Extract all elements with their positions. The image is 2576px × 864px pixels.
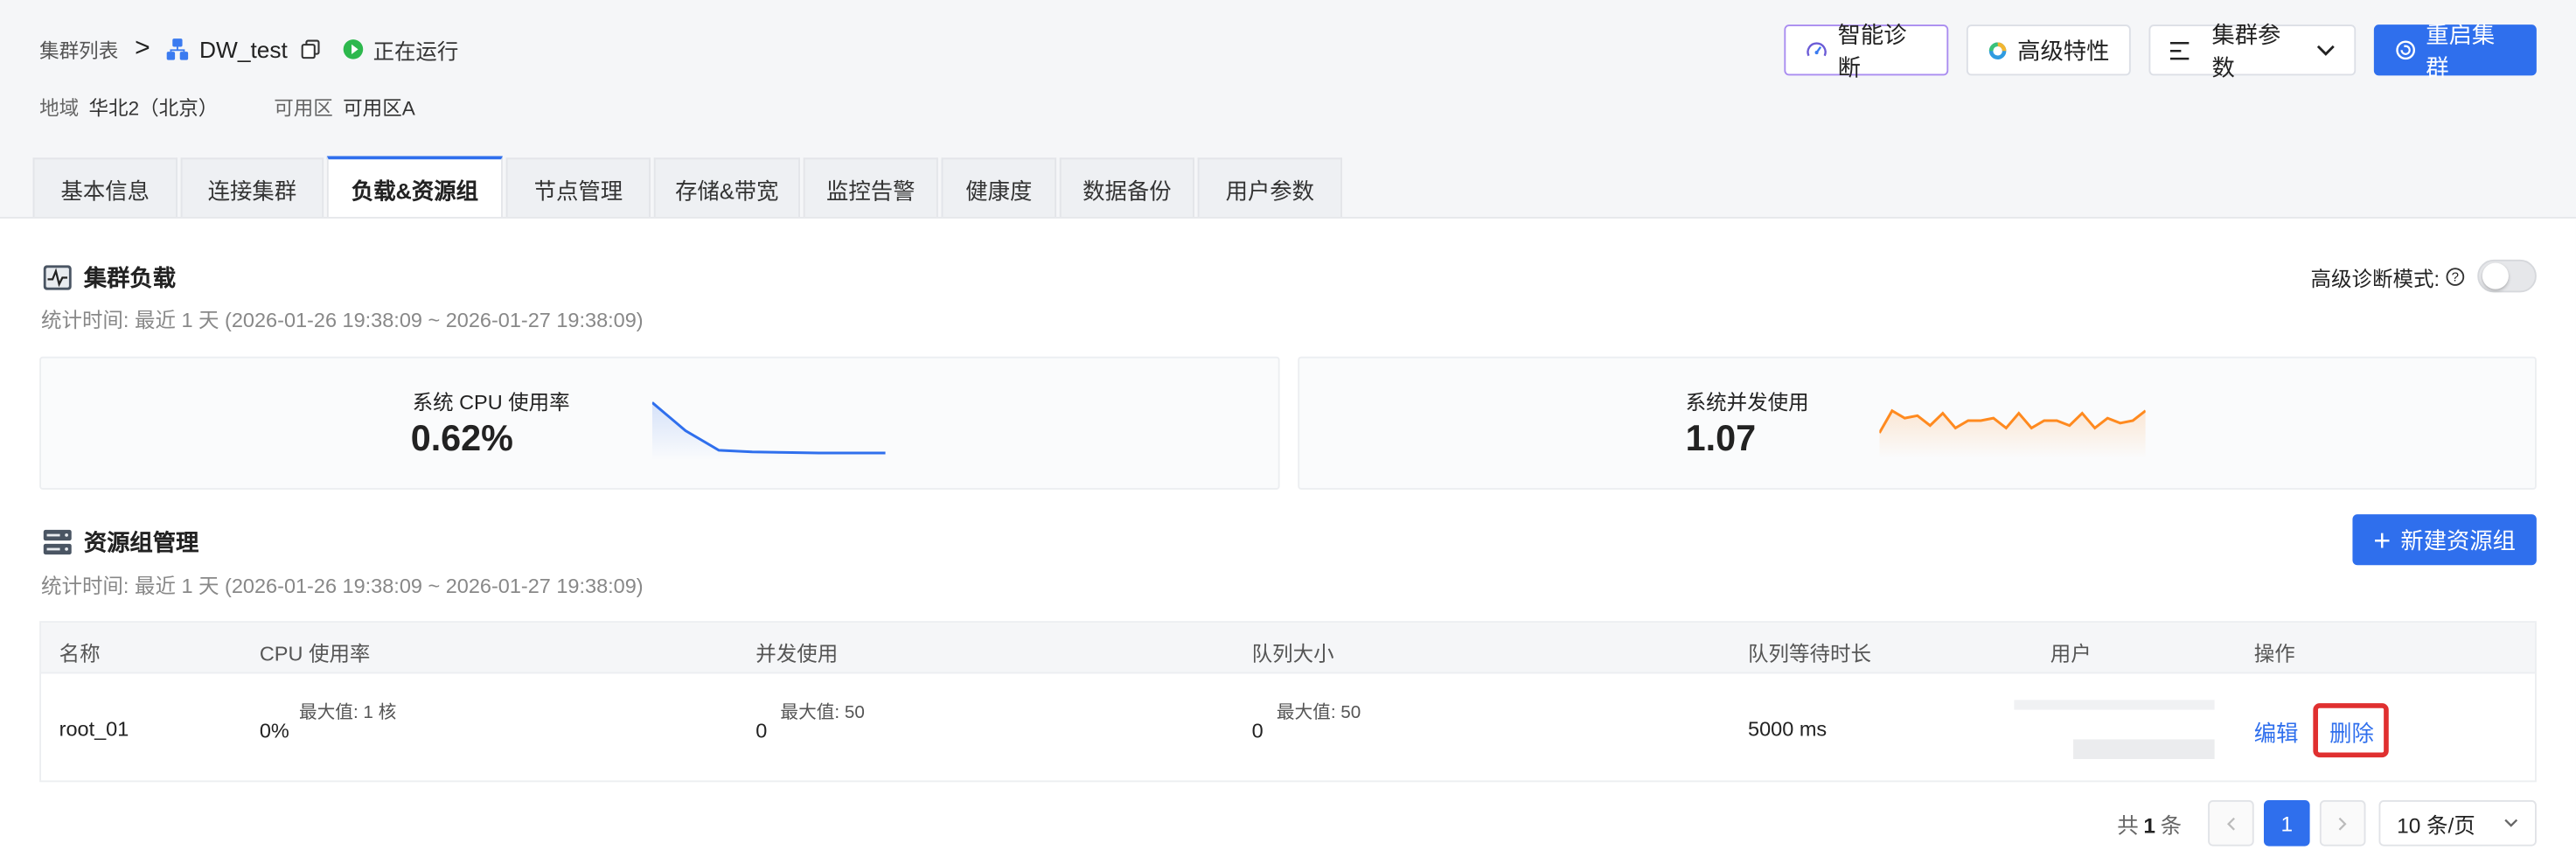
concurrency-sparkline <box>1879 408 2146 459</box>
plus-icon: + <box>2373 523 2392 556</box>
row-queue-max: 最大值: 50 <box>1276 703 1361 723</box>
col-cpu: CPU 使用率 <box>259 642 371 665</box>
pagination-total: 共1条 <box>2117 807 2182 839</box>
cluster-name: DW_test <box>199 36 288 63</box>
advanced-mode-toggle[interactable] <box>2477 259 2537 293</box>
header-actions: 智能诊断 高级特性 集群参数 重启集群 <box>1784 20 2537 80</box>
advanced-features-button[interactable]: 高级特性 <box>1966 24 2131 76</box>
app-root: 集群列表 > DW_test 正在运行 地域 华北2（北京） 可用区 可用区A <box>0 0 2576 864</box>
total-prefix: 共 <box>2117 812 2139 838</box>
cpu-usage-card: 系统 CPU 使用率 0.62% <box>39 356 1280 490</box>
breadcrumb: 集群列表 > DW_test 正在运行 <box>39 33 458 66</box>
smart-diagnose-button[interactable]: 智能诊断 <box>1784 20 1949 80</box>
row-cpu: 0% <box>259 719 289 743</box>
col-queue-wait: 队列等待时长 <box>1748 642 1871 665</box>
col-concurrency: 并发使用 <box>755 642 839 665</box>
copy-icon[interactable] <box>301 39 321 59</box>
edit-link[interactable]: 编辑 <box>2254 714 2299 748</box>
list-settings-icon <box>2169 41 2190 59</box>
advanced-mode-label: 高级诊断模式: <box>2310 267 2440 290</box>
tab-4[interactable]: 存储&带宽 <box>653 157 800 218</box>
tab-0[interactable]: 基本信息 <box>32 157 178 218</box>
gauge-icon <box>1807 41 1827 56</box>
row-queue-wait: 5000 ms <box>1748 718 1828 742</box>
next-page-button[interactable] <box>2319 799 2366 847</box>
region-label: 地域 <box>39 96 80 121</box>
smart-diagnose-label: 智能诊断 <box>1837 20 1907 80</box>
col-name: 名称 <box>59 642 101 665</box>
restart-icon <box>2396 40 2416 60</box>
load-stat-time: 统计时间: 最近 1 天 (2026-01-26 19:38:09 ~ 2026… <box>40 309 644 332</box>
col-user: 用户 <box>2050 642 2092 665</box>
restart-cluster-label: 重启集群 <box>2426 20 2496 80</box>
help-icon[interactable]: ? <box>2446 267 2465 285</box>
rg-stat-time: 统计时间: 最近 1 天 (2026-01-26 19:38:09 ~ 2026… <box>40 575 644 598</box>
tab-7[interactable]: 数据备份 <box>1059 157 1194 218</box>
tab-8[interactable]: 用户参数 <box>1197 157 1342 218</box>
cluster-params-button[interactable]: 集群参数 <box>2148 20 2357 80</box>
tab-bar: 基本信息 连接集群 负载&资源组 节点管理 存储&带宽 监控告警 健康度 数据备份 用户参数 <box>32 156 1342 218</box>
row-user-redacted <box>2014 700 2215 710</box>
new-resource-group-button[interactable]: + 新建资源组 <box>2352 514 2537 566</box>
breadcrumb-cluster-list[interactable]: 集群列表 <box>39 35 118 63</box>
chevron-down-icon <box>2504 819 2518 827</box>
chevron-right-icon <box>2338 816 2347 830</box>
chevron-left-icon <box>2226 816 2235 830</box>
cluster-params-label: 集群参数 <box>2211 20 2281 80</box>
row-concurrency: 0 <box>755 719 768 743</box>
sparkle-icon <box>1988 41 2007 59</box>
prev-page-button[interactable] <box>2208 799 2254 847</box>
running-status-icon <box>343 39 364 59</box>
concurrency-label: 系统并发使用 <box>1685 391 1809 415</box>
resource-group-table: 名称 CPU 使用率 并发使用 队列大小 队列等待时长 用户 操作 root_0… <box>39 621 2537 784</box>
tab-6[interactable]: 健康度 <box>941 157 1057 218</box>
delete-highlight-box <box>2313 703 2389 758</box>
row-user-redacted-2 <box>2073 739 2215 760</box>
tab-3[interactable]: 节点管理 <box>505 157 651 218</box>
new-resource-group-label: 新建资源组 <box>2400 526 2516 554</box>
tab-1[interactable]: 连接集群 <box>180 157 324 218</box>
resource-group-label: 资源组管理 <box>83 528 199 556</box>
breadcrumb-separator: > <box>135 34 150 63</box>
tab-5[interactable]: 监控告警 <box>803 157 938 218</box>
resource-group-title: 资源组管理 <box>43 526 198 559</box>
col-queue-size: 队列大小 <box>1251 642 1334 665</box>
monitor-chart-icon <box>43 265 72 290</box>
zone-value: 可用区A <box>343 96 415 121</box>
pagination: 共1条 1 10 条/页 <box>2117 799 2537 847</box>
concurrency-card: 系统并发使用 1.07 <box>1298 356 2537 490</box>
row-concurrency-max: 最大值: 50 <box>780 703 865 723</box>
page-1-button[interactable]: 1 <box>2263 799 2310 847</box>
region-value: 华北2（北京） <box>88 96 219 121</box>
content-panel: 集群负载 统计时间: 最近 1 天 (2026-01-26 19:38:09 ~… <box>0 217 2576 864</box>
advanced-diagnose-mode: 高级诊断模式: ? <box>2310 259 2537 293</box>
page-size-select[interactable]: 10 条/页 <box>2378 799 2537 847</box>
cluster-load-label: 集群负载 <box>83 264 177 291</box>
cluster-status: 正在运行 <box>343 34 459 66</box>
cluster-load-title: 集群负载 <box>43 261 176 295</box>
server-icon <box>43 529 72 555</box>
col-actions: 操作 <box>2253 642 2295 665</box>
status-text: 正在运行 <box>372 38 459 64</box>
row-name: root_01 <box>59 718 129 742</box>
restart-cluster-button[interactable]: 重启集群 <box>2373 20 2537 80</box>
chevron-down-icon <box>2316 44 2334 55</box>
cluster-meta: 地域 华北2（北京） 可用区 可用区A <box>39 94 471 122</box>
advanced-features-label: 高级特性 <box>2017 37 2110 64</box>
total-count: 1 <box>2143 812 2155 838</box>
table-header: 名称 CPU 使用率 并发使用 队列大小 队列等待时长 用户 操作 <box>40 623 2535 674</box>
row-cpu-max: 最大值: 1 核 <box>298 703 397 723</box>
cpu-usage-value: 0.62% <box>410 417 513 459</box>
tab-2[interactable]: 负载&资源组 <box>326 156 503 218</box>
zone-label: 可用区 <box>274 96 333 121</box>
table-row: root_01 最大值: 1 核 0% 最大值: 50 0 最大值: 50 0 … <box>41 673 2535 784</box>
row-queue: 0 <box>1251 719 1264 743</box>
total-suffix: 条 <box>2160 812 2183 838</box>
cluster-icon <box>167 38 189 60</box>
page-header: 集群列表 > DW_test 正在运行 地域 华北2（北京） 可用区 可用区A <box>0 0 2576 157</box>
cpu-usage-label: 系统 CPU 使用率 <box>412 391 570 415</box>
concurrency-value: 1.07 <box>1685 417 1757 459</box>
cpu-usage-sparkline <box>651 401 886 461</box>
page-size-value: 10 条/页 <box>2397 812 2475 838</box>
